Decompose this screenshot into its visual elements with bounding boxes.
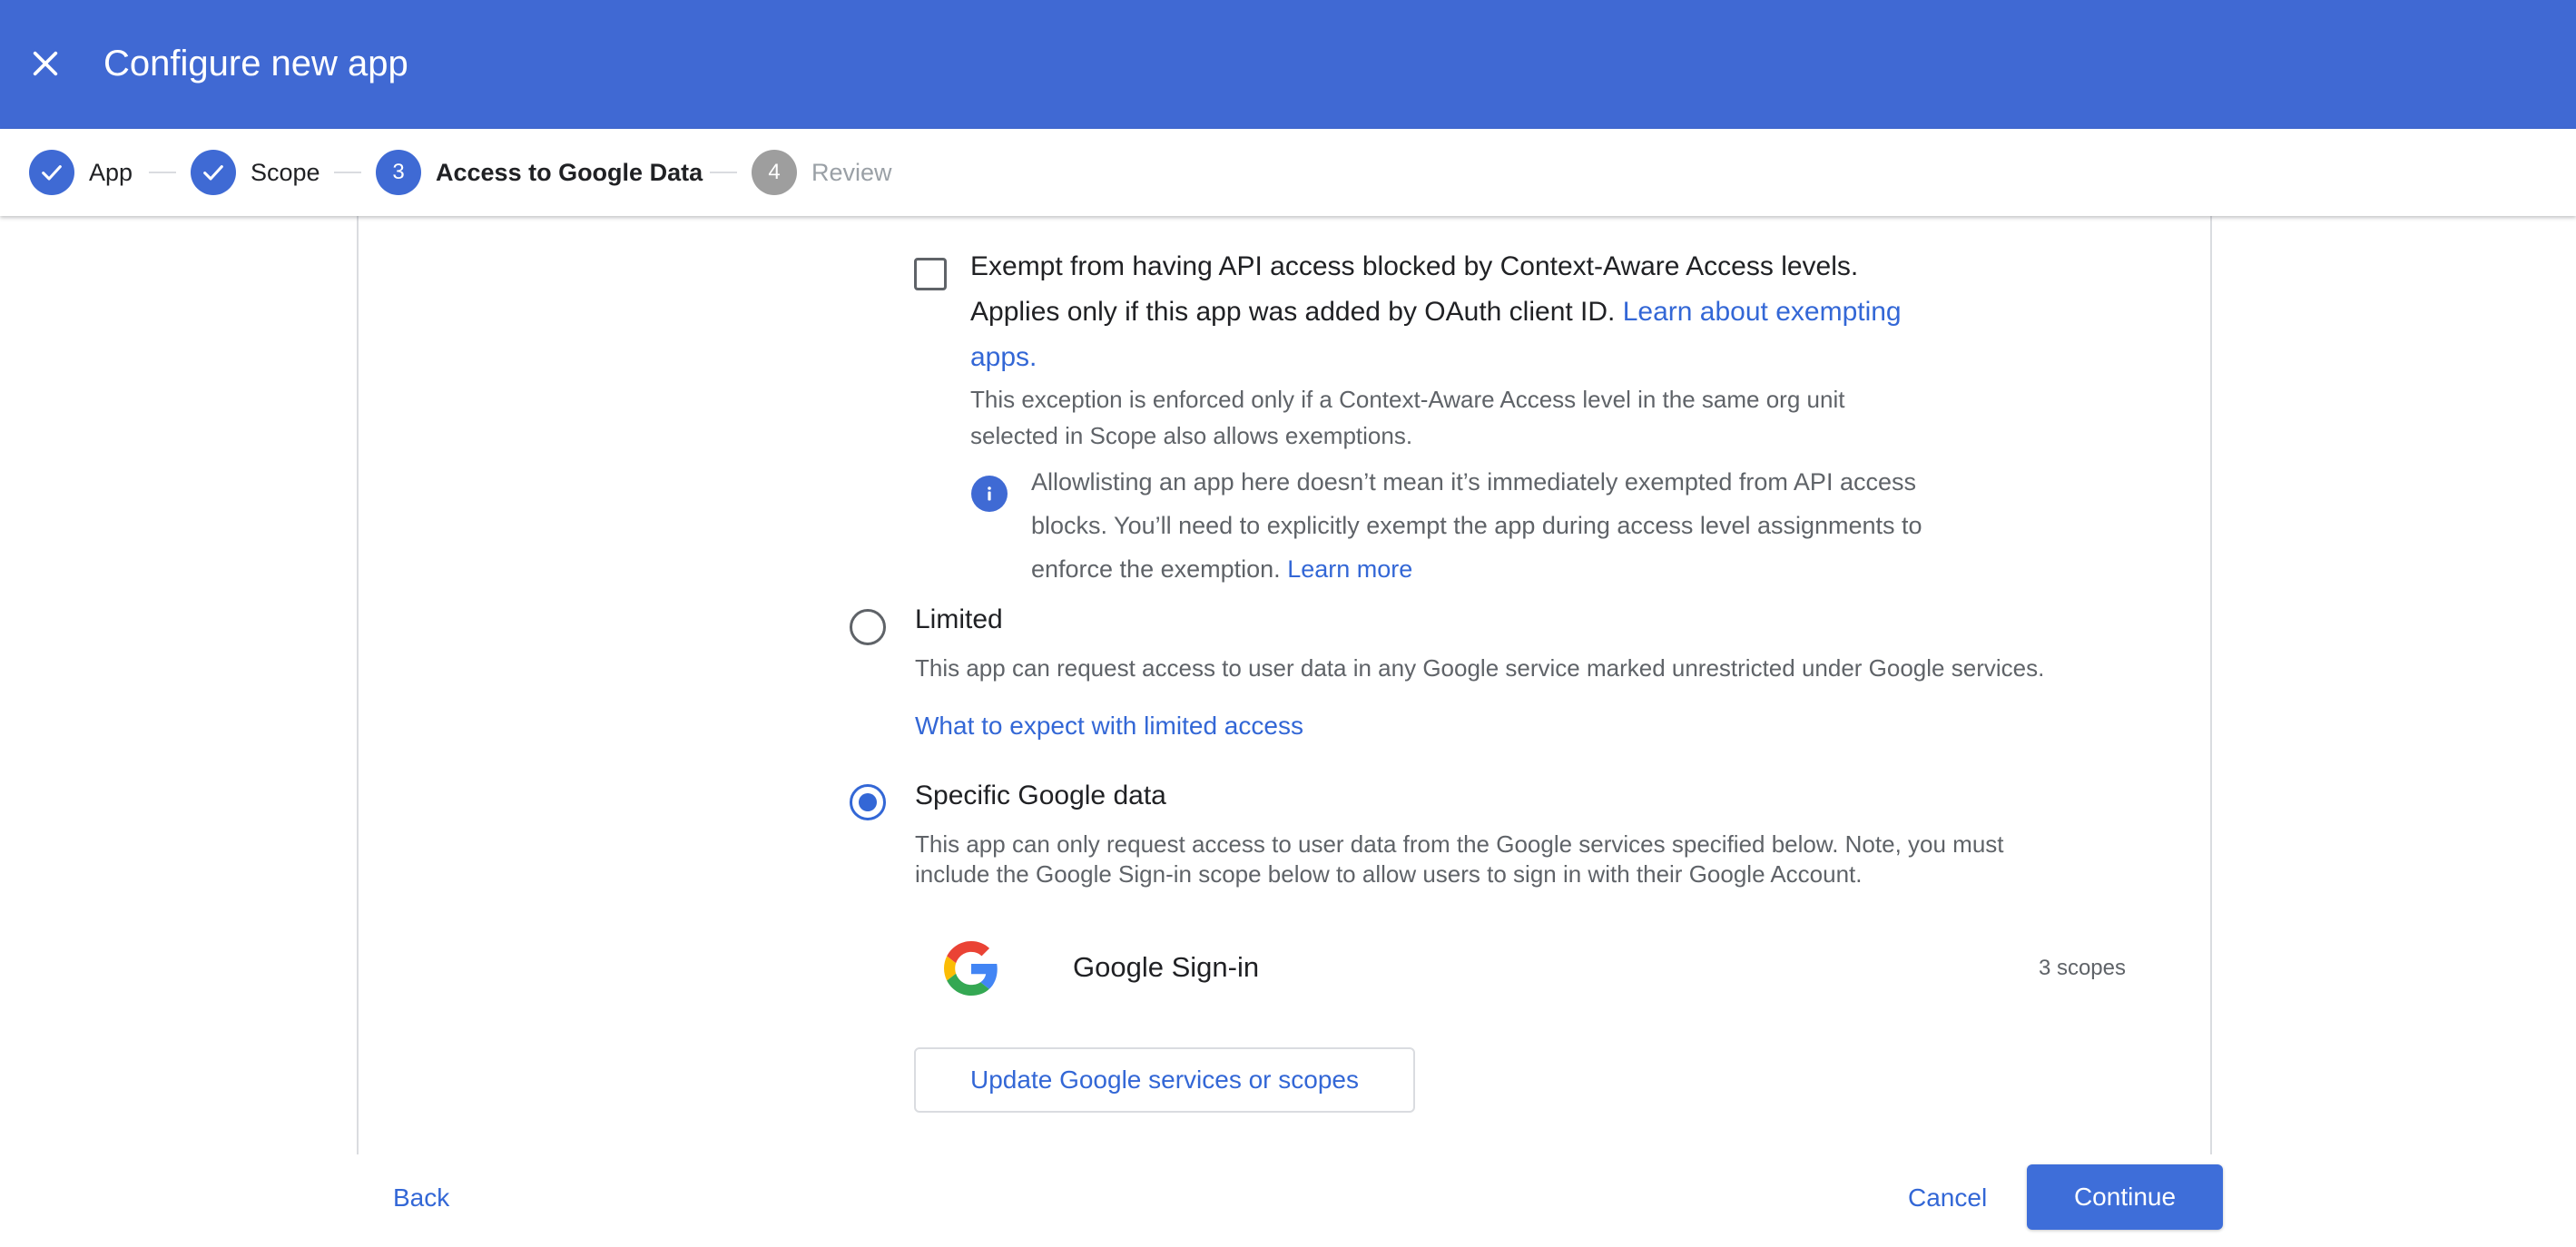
exempt-description: Applies only if this app was added by OA… — [970, 290, 1902, 335]
check-icon — [203, 165, 223, 181]
exempt-note-line2: selected in Scope also allows exemptions… — [970, 422, 1413, 449]
info-line2: blocks. You’ll need to explicitly exempt… — [1031, 512, 1922, 539]
step-app[interactable]: App — [29, 149, 133, 196]
close-button[interactable] — [18, 33, 73, 94]
step-connector — [710, 172, 737, 173]
service-name: Google Sign-in — [1073, 951, 1260, 983]
specific-title: Specific Google data — [915, 781, 1166, 810]
step-scope[interactable]: Scope — [191, 149, 320, 196]
info-line1: Allowlisting an app here doesn’t mean it… — [1031, 468, 1916, 496]
step-access-marker: 3 — [376, 150, 421, 195]
cancel-button[interactable]: Cancel — [1908, 1180, 1987, 1216]
step-review[interactable]: 4 Review — [752, 149, 892, 196]
limited-description: This app can request access to user data… — [915, 654, 2045, 682]
step-access-to-google-data[interactable]: 3 Access to Google Data — [376, 149, 703, 196]
exempt-description-text: Applies only if this app was added by OA… — [970, 297, 1616, 327]
step-scope-label: Scope — [251, 158, 320, 186]
specific-description-line2: include the Google Sign-in scope below t… — [915, 860, 1863, 888]
scopes-count: 3 scopes — [2038, 956, 2126, 980]
google-g-logo-icon — [944, 941, 998, 996]
info-line3: enforce the exemption. Learn more — [1031, 547, 1412, 591]
step-review-label: Review — [811, 158, 892, 186]
specific-google-data-radio[interactable] — [850, 784, 886, 820]
step-app-label: App — [89, 158, 133, 186]
app-header: Configure new app — [0, 0, 2576, 129]
radio-selected-dot — [859, 793, 877, 811]
exempt-description-link-cont: apps. — [970, 335, 1037, 380]
exempt-note-line1: This exception is enforced only if a Con… — [970, 386, 1845, 413]
step-scope-marker — [191, 150, 236, 195]
step-access-label: Access to Google Data — [436, 158, 703, 186]
learn-about-exempting-link-cont[interactable]: apps. — [970, 342, 1037, 372]
step-review-marker: 4 — [752, 150, 797, 195]
exempt-title: Exempt from having API access blocked by… — [970, 251, 1859, 281]
learn-about-exempting-link[interactable]: Learn about exempting — [1623, 297, 1902, 327]
update-services-button[interactable]: Update Google services or scopes — [914, 1047, 1415, 1113]
stepper: App Scope 3 Access to Google Data 4 Revi… — [0, 129, 2576, 216]
page-title: Configure new app — [103, 44, 408, 83]
limited-access-link[interactable]: What to expect with limited access — [915, 708, 1303, 744]
step-connector — [334, 172, 361, 173]
step-connector — [149, 172, 176, 173]
exempt-checkbox[interactable] — [914, 258, 947, 290]
info-icon — [971, 476, 1008, 512]
learn-more-link[interactable]: Learn more — [1287, 555, 1412, 583]
info-glyph-icon — [988, 486, 991, 501]
limited-radio[interactable] — [850, 609, 886, 645]
step-app-marker — [29, 150, 74, 195]
continue-button[interactable]: Continue — [2027, 1164, 2223, 1230]
close-icon — [33, 51, 58, 76]
limited-title: Limited — [915, 604, 1003, 634]
info-line3-text: enforce the exemption. — [1031, 555, 1281, 583]
check-icon — [42, 165, 62, 181]
back-button[interactable]: Back — [393, 1180, 449, 1216]
